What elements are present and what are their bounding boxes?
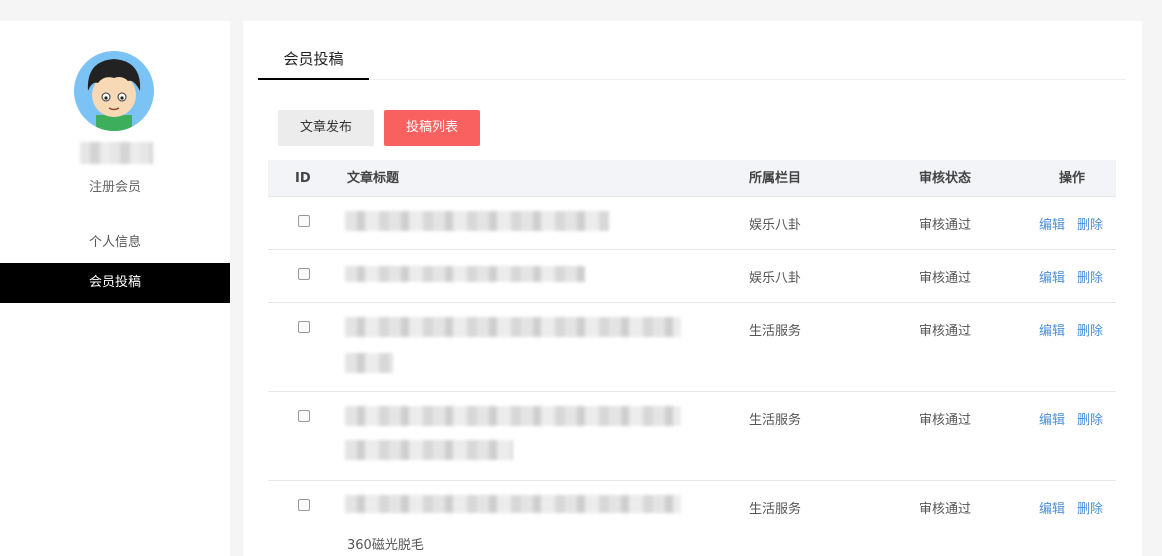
title-blurred — [345, 440, 513, 460]
th-category: 所属栏目 — [749, 171, 802, 186]
avatar[interactable] — [74, 51, 154, 131]
title-blurred — [345, 211, 609, 231]
cartoon-boy-icon — [87, 59, 141, 131]
row-checkbox[interactable] — [298, 499, 310, 511]
row-status: 审核通过 — [919, 218, 972, 233]
title-blurred — [345, 266, 585, 282]
row-category: 生活服务 — [749, 502, 802, 517]
th-action: 操作 — [1059, 171, 1086, 186]
table-header: ID 文章标题 所属栏目 审核状态 操作 — [268, 160, 1116, 197]
row-checkbox[interactable] — [298, 410, 310, 422]
edit-link[interactable]: 编辑 — [1039, 214, 1065, 233]
edit-link[interactable]: 编辑 — [1039, 267, 1065, 286]
delete-link[interactable]: 删除 — [1077, 498, 1103, 517]
row-category: 生活服务 — [749, 324, 802, 339]
table-row: 360磁光脱毛 生活服务 审核通过 编辑 删除 — [268, 481, 1116, 556]
tab-member-submissions[interactable]: 会员投稿 — [258, 47, 369, 80]
member-role: 注册会员 — [88, 180, 141, 195]
row-status: 审核通过 — [919, 324, 972, 339]
table-row: 生活服务 审核通过 编辑 删除 — [268, 303, 1116, 392]
main-panel: 会员投稿 文章发布 投稿列表 ID 文章标题 所属栏目 审核状态 操作 娱乐八卦… — [243, 21, 1142, 556]
title-blurred — [345, 317, 681, 337]
nav-item-submissions[interactable]: 会员投稿 — [0, 263, 230, 303]
table-row: 娱乐八卦 审核通过 编辑 删除 — [268, 250, 1116, 303]
th-status: 审核状态 — [919, 171, 972, 186]
submission-list-button[interactable]: 投稿列表 — [384, 110, 480, 146]
edit-link[interactable]: 编辑 — [1039, 320, 1065, 339]
row-checkbox[interactable] — [298, 321, 310, 333]
row-checkbox[interactable] — [298, 215, 310, 227]
title-blurred — [345, 353, 393, 373]
edit-link[interactable]: 编辑 — [1039, 498, 1065, 517]
edit-link[interactable]: 编辑 — [1039, 409, 1065, 428]
title-blurred — [345, 495, 681, 513]
row-status: 审核通过 — [919, 502, 972, 517]
th-id: ID — [295, 171, 311, 186]
row-category: 娱乐八卦 — [749, 218, 802, 233]
delete-link[interactable]: 删除 — [1077, 320, 1103, 339]
delete-link[interactable]: 删除 — [1077, 267, 1103, 286]
delete-link[interactable]: 删除 — [1077, 409, 1103, 428]
th-title: 文章标题 — [347, 171, 400, 186]
row-status: 审核通过 — [919, 413, 972, 428]
table-row: 娱乐八卦 审核通过 编辑 删除 — [268, 197, 1116, 250]
title-blurred — [345, 406, 681, 426]
username-blurred — [80, 142, 153, 164]
row-category: 娱乐八卦 — [749, 271, 802, 286]
row-status: 审核通过 — [919, 271, 972, 286]
tab-bar: 会员投稿 — [258, 47, 1126, 80]
row-checkbox[interactable] — [298, 268, 310, 280]
table-row: 生活服务 审核通过 编辑 删除 — [268, 392, 1116, 481]
row-category: 生活服务 — [749, 413, 802, 428]
row-title-tail: 360磁光脱毛 — [347, 538, 424, 553]
publish-article-button[interactable]: 文章发布 — [278, 110, 374, 146]
sidebar: 注册会员 个人信息 会员投稿 — [0, 21, 230, 556]
delete-link[interactable]: 删除 — [1077, 214, 1103, 233]
nav-item-profile[interactable]: 个人信息 — [0, 223, 230, 263]
